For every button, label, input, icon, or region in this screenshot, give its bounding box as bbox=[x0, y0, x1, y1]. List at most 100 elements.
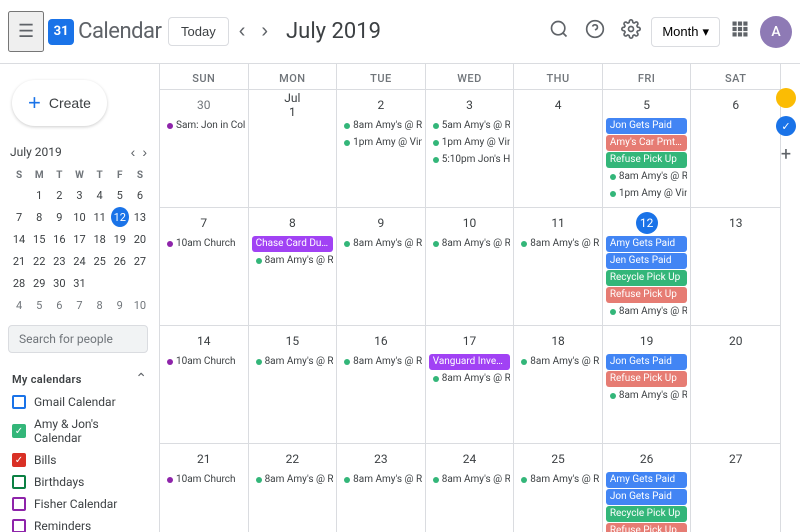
calendar-day[interactable]: Jul 1 bbox=[249, 90, 338, 207]
calendar-event[interactable]: 8am Amy's @ RWD bbox=[517, 236, 599, 252]
calendar-event[interactable]: 5:10pm Jon's Haire bbox=[429, 152, 511, 168]
calendar-event[interactable]: Jon Gets Paid bbox=[606, 354, 688, 370]
settings-button[interactable] bbox=[615, 13, 647, 50]
calendar-event[interactable]: 1pm Amy @ Vintag bbox=[340, 135, 422, 151]
google-apps-button[interactable] bbox=[724, 13, 756, 50]
calendar-day[interactable]: 11 8am Amy's @ RWD bbox=[514, 208, 603, 325]
calendar-event[interactable]: 8am Amy's @ RWD bbox=[340, 472, 422, 488]
calendar-day[interactable]: 108am Amy's @ RWD bbox=[426, 208, 515, 325]
calendar-event[interactable]: 8am Amy's @ RWD bbox=[429, 236, 511, 252]
mini-prev-button[interactable]: ‹ bbox=[129, 142, 138, 162]
mini-day[interactable]: 13 bbox=[131, 207, 149, 227]
sidebar-item-birthdays[interactable]: Birthdays bbox=[0, 471, 159, 493]
calendar-day[interactable]: 19Jon Gets PaidRefuse Pick Up8am Amy's @… bbox=[603, 326, 692, 443]
day-number[interactable]: 8 bbox=[281, 212, 303, 234]
calendar-event[interactable]: 8am Amy's @ RWD bbox=[252, 472, 334, 488]
day-number[interactable]: 16 bbox=[370, 330, 392, 352]
calendar-event[interactable]: Recycle Pick Up bbox=[606, 506, 688, 522]
mini-day[interactable]: 31 bbox=[70, 273, 88, 293]
mini-day[interactable]: 22 bbox=[30, 251, 48, 271]
calendar-event[interactable]: 5am Amy's @ RWD bbox=[429, 118, 511, 134]
day-number[interactable]: 15 bbox=[281, 330, 303, 352]
day-number[interactable]: 13 bbox=[725, 212, 747, 234]
calendar-event[interactable]: Refuse Pick Up bbox=[606, 287, 688, 303]
calendar-day[interactable]: 26Amy Gets PaidJon Gets PaidRecycle Pick… bbox=[603, 444, 692, 532]
calendar-day[interactable]: 6 bbox=[691, 90, 780, 207]
sidebar-item-amy-&-jon's-calendar[interactable]: ✓Amy & Jon's Calendar bbox=[0, 413, 159, 449]
day-number[interactable]: 18 bbox=[547, 330, 569, 352]
day-number[interactable]: 19 bbox=[636, 330, 658, 352]
mini-day[interactable]: 7 bbox=[70, 295, 88, 315]
calendar-day[interactable]: 35am Amy's @ RWD1pm Amy @ Vintap5:10pm J… bbox=[426, 90, 515, 207]
calendar-event[interactable]: 8am Amy's @ RWD bbox=[252, 253, 334, 269]
calendar-day[interactable]: 18 8am Amy's @ RWD bbox=[514, 326, 603, 443]
mini-day[interactable]: 5 bbox=[30, 295, 48, 315]
mini-day[interactable]: 3 bbox=[70, 185, 88, 205]
calendar-day[interactable]: 25 8am Amy's @ RWD bbox=[514, 444, 603, 532]
calendar-event[interactable]: 8am Amy's @ RWD bbox=[517, 354, 599, 370]
mini-day[interactable]: 19 bbox=[111, 229, 129, 249]
calendar-event[interactable]: 8am Amy's @ RWD bbox=[429, 371, 511, 387]
calendar-day[interactable]: 30Sam: Jon in Colorado bbox=[160, 90, 249, 207]
day-number[interactable]: 27 bbox=[725, 448, 747, 470]
mini-day[interactable]: 14 bbox=[10, 229, 28, 249]
check-icon[interactable]: ✓ bbox=[776, 116, 796, 136]
calendar-day[interactable]: 12Amy Gets PaidJen Gets PaidRecycle Pick… bbox=[603, 208, 692, 325]
calendar-day[interactable]: 13 bbox=[691, 208, 780, 325]
mini-day[interactable]: 9 bbox=[50, 207, 68, 227]
day-number[interactable]: 5 bbox=[636, 94, 658, 116]
mini-day[interactable]: 4 bbox=[91, 185, 109, 205]
calendar-event[interactable]: Jon Gets Paid bbox=[606, 118, 688, 134]
day-number[interactable]: 30 bbox=[193, 94, 215, 116]
help-button[interactable] bbox=[579, 13, 611, 50]
mini-day[interactable]: 23 bbox=[50, 251, 68, 271]
calendar-day[interactable]: 27 bbox=[691, 444, 780, 532]
menu-button[interactable]: ☰ bbox=[8, 11, 44, 52]
day-number[interactable]: 20 bbox=[725, 330, 747, 352]
mini-day[interactable]: 7 bbox=[10, 207, 28, 227]
day-number[interactable]: 3 bbox=[458, 94, 480, 116]
mini-day[interactable]: 21 bbox=[10, 251, 28, 271]
calendar-day[interactable]: 17Vanguard Investmen8am Amy's @ RWD bbox=[426, 326, 515, 443]
mini-day[interactable]: 6 bbox=[50, 295, 68, 315]
mini-next-button[interactable]: › bbox=[140, 142, 149, 162]
day-number[interactable]: 24 bbox=[458, 448, 480, 470]
day-number[interactable]: 25 bbox=[547, 448, 569, 470]
day-number[interactable]: 9 bbox=[370, 212, 392, 234]
mini-day[interactable]: 27 bbox=[131, 251, 149, 271]
calendar-event[interactable]: 10am Church bbox=[163, 472, 245, 488]
mini-day[interactable]: 29 bbox=[30, 273, 48, 293]
day-number[interactable]: 22 bbox=[281, 448, 303, 470]
add-icon[interactable]: + bbox=[776, 144, 796, 165]
calendar-event[interactable]: 8am Amy's @ RWD bbox=[606, 388, 688, 404]
calendar-day[interactable]: 20 bbox=[691, 326, 780, 443]
day-number[interactable]: 14 bbox=[193, 330, 215, 352]
calendar-event[interactable]: 1pm Amy @ Vintag bbox=[606, 186, 688, 202]
calendar-day[interactable]: 4 bbox=[514, 90, 603, 207]
mini-day[interactable]: 24 bbox=[70, 251, 88, 271]
calendar-event[interactable]: Jon Gets Paid bbox=[606, 489, 688, 505]
calendar-event[interactable]: Refuse Pick Up bbox=[606, 523, 688, 532]
mini-day[interactable]: 20 bbox=[131, 229, 149, 249]
day-number[interactable]: 17 bbox=[458, 330, 480, 352]
calendar-event[interactable]: 8am Amy's @ RWD bbox=[606, 169, 688, 185]
sidebar-item-bills[interactable]: ✓Bills bbox=[0, 449, 159, 471]
mini-day[interactable]: 8 bbox=[30, 207, 48, 227]
mini-day[interactable]: 4 bbox=[10, 295, 28, 315]
yellow-icon[interactable] bbox=[776, 88, 796, 108]
calendar-event[interactable]: 8am Amy's @ RWD bbox=[517, 472, 599, 488]
calendar-event[interactable]: 8am Amy's @ RWD bbox=[340, 118, 422, 134]
calendar-day[interactable]: 158am Amy's @ RWD bbox=[249, 326, 338, 443]
next-button[interactable]: › bbox=[255, 16, 274, 47]
mini-day[interactable]: 30 bbox=[50, 273, 68, 293]
day-number[interactable]: 11 bbox=[547, 212, 569, 234]
mini-day[interactable]: 10 bbox=[70, 207, 88, 227]
calendar-event[interactable]: Amy Gets Paid bbox=[606, 236, 688, 252]
calendar-event[interactable]: Refuse Pick Up bbox=[606, 152, 688, 168]
calendar-event[interactable]: 10am Church bbox=[163, 354, 245, 370]
calendar-day[interactable]: 22 8am Amy's @ RWD bbox=[249, 444, 338, 532]
mini-day[interactable]: 6 bbox=[131, 185, 149, 205]
mini-day[interactable]: 8 bbox=[91, 295, 109, 315]
day-number[interactable]: 4 bbox=[547, 94, 569, 116]
calendar-day[interactable]: 248am Amy's @ RWD bbox=[426, 444, 515, 532]
